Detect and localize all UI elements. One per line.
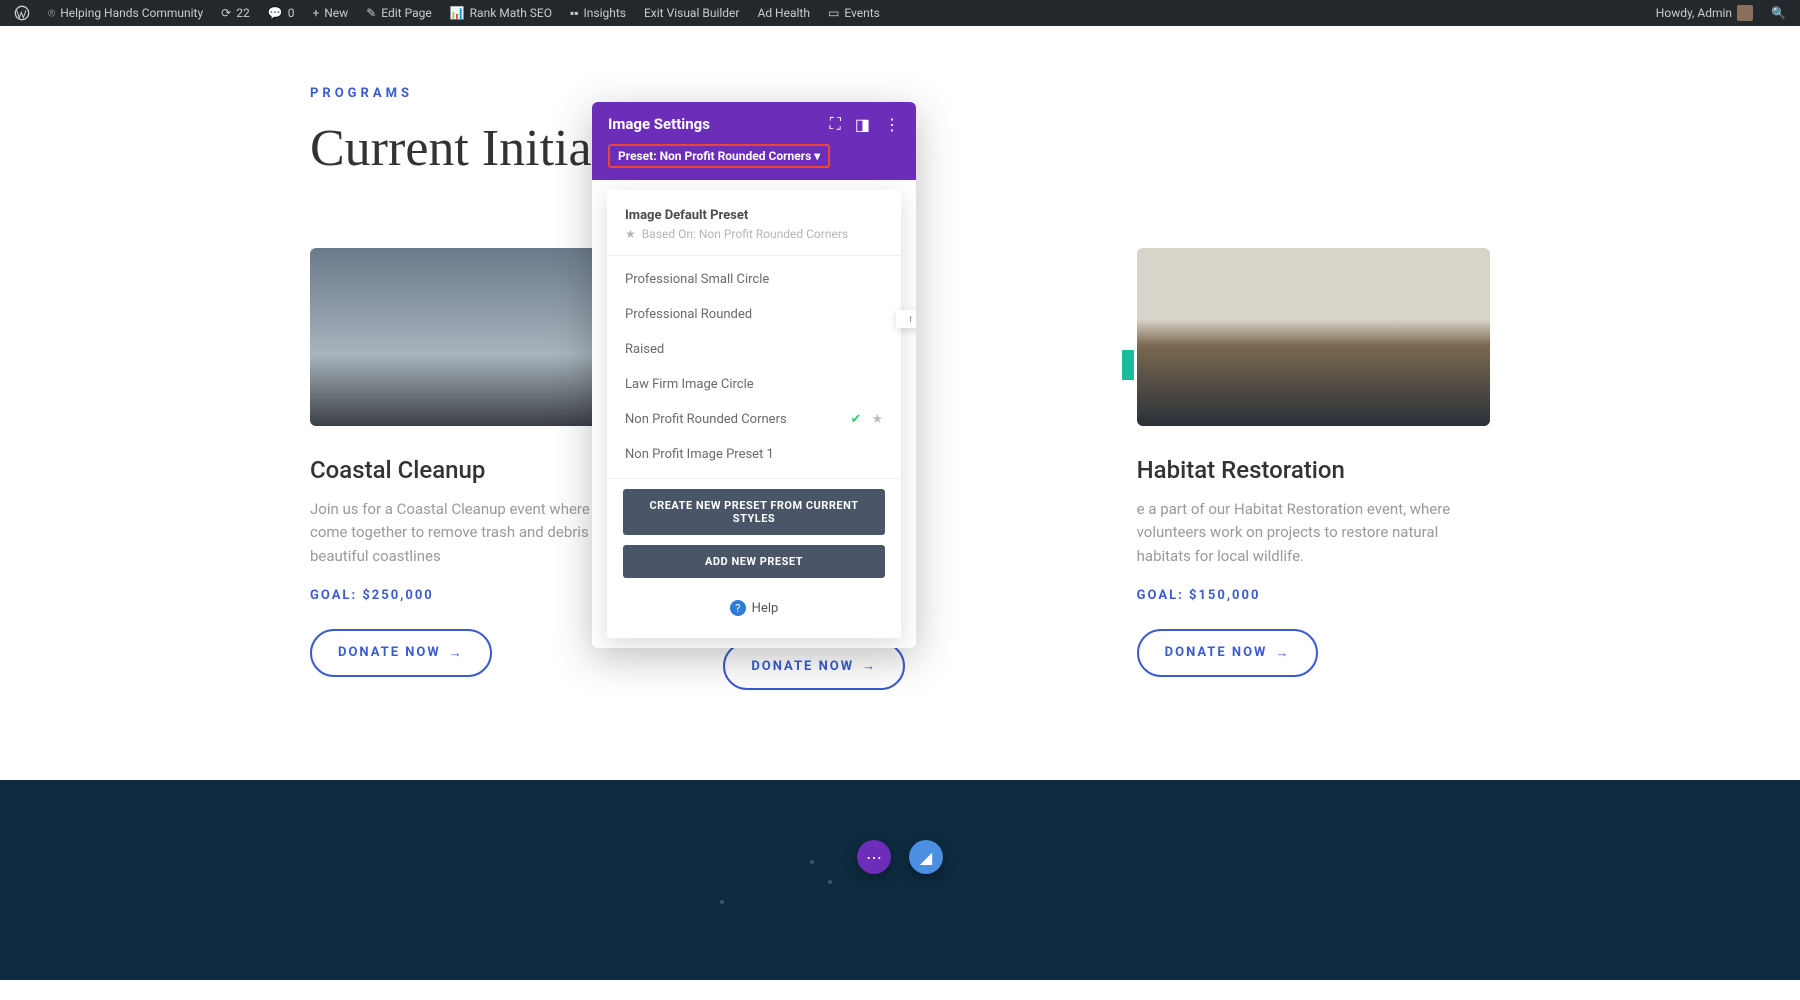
dd-item[interactable]: Non Profit Image Preset 1 — [607, 437, 901, 472]
arrow-icon: → — [862, 658, 877, 674]
dd-item[interactable]: Raised — [607, 332, 901, 367]
pencil-icon: ✎ — [366, 6, 376, 20]
dd-item-active[interactable]: Non Profit Rounded Corners ✔ ★ — [607, 402, 901, 437]
updates-count: 22 — [236, 6, 250, 20]
search-icon: 🔍 — [1771, 6, 1786, 20]
dots-icon: ⋯ — [866, 848, 882, 867]
adhealth-label: Ad Health — [757, 6, 809, 20]
help-icon: ? — [730, 600, 746, 616]
help-label: Help — [752, 601, 779, 616]
columns-icon[interactable]: ◨ — [855, 114, 870, 134]
donate-label: DONATE NOW — [751, 659, 854, 674]
divider — [607, 255, 901, 256]
image-settings-modal: Image Settings ⛶ ◨ ⋮ Preset: Non Profit … — [592, 102, 916, 648]
footer: ⋯ ◢ — [0, 780, 1800, 980]
star-outline-icon[interactable]: ★ — [871, 412, 883, 427]
rankmath-label: Rank Math SEO — [470, 6, 552, 20]
wp-logo[interactable] — [6, 5, 38, 21]
events-label: Events — [844, 6, 880, 20]
updates[interactable]: ⟳ 22 — [213, 6, 258, 20]
check-icon: ✔ — [850, 412, 861, 427]
search-toggle[interactable]: 🔍 — [1763, 6, 1794, 20]
hover-chip: r — [896, 310, 916, 328]
donate-label: DONATE NOW — [338, 645, 441, 660]
home-icon: ⌾ — [48, 6, 55, 21]
fab-stats[interactable]: ◢ — [909, 840, 943, 874]
help-link[interactable]: ? Help — [607, 588, 901, 628]
dd-item-label: Professional Rounded — [625, 307, 752, 322]
arrow-icon: → — [1275, 645, 1290, 661]
exit-vb-label: Exit Visual Builder — [644, 6, 740, 20]
fab-more[interactable]: ⋯ — [857, 840, 891, 874]
dd-item-label: Professional Small Circle — [625, 272, 769, 287]
comments[interactable]: 💬0 — [260, 6, 303, 20]
dd-item-label: Raised — [625, 342, 664, 357]
modal-title: Image Settings — [608, 115, 710, 133]
edit-page[interactable]: ✎ Edit Page — [358, 6, 440, 20]
dd-item[interactable]: Professional Small Circle — [607, 262, 901, 297]
card-title: Habitat Restoration — [1137, 456, 1490, 484]
teal-marker — [1122, 350, 1134, 380]
events[interactable]: ▭ Events — [820, 6, 888, 20]
dd-item-label: Law Firm Image Circle — [625, 377, 754, 392]
howdy-label: Howdy, Admin — [1656, 6, 1732, 20]
dd-item-label: Non Profit Image Preset 1 — [625, 447, 774, 462]
howdy-user[interactable]: Howdy, Admin — [1648, 5, 1761, 21]
plus-icon: + — [312, 6, 319, 20]
goal: GOAL: $150,000 — [1137, 588, 1490, 603]
calendar-icon: ▭ — [828, 6, 839, 20]
stats-icon: ◢ — [920, 848, 932, 867]
star-icon: ★ — [625, 227, 636, 241]
rank-math[interactable]: 📊 Rank Math SEO — [442, 6, 560, 20]
ad-health[interactable]: Ad Health — [749, 6, 817, 20]
kebab-side-icon[interactable]: ⋮ — [912, 352, 916, 368]
comments-count: 0 — [288, 6, 295, 20]
avatar — [1737, 5, 1753, 21]
insights-label: Insights — [584, 6, 626, 20]
arrow-icon: → — [449, 645, 464, 661]
donate-label: DONATE NOW — [1165, 645, 1268, 660]
chart-icon: 📊 — [450, 6, 465, 20]
card-image — [1137, 248, 1490, 426]
dd-default[interactable]: Image Default Preset ★ Based On: Non Prof… — [607, 200, 901, 249]
new-label: New — [324, 6, 348, 20]
bars-icon: ▪▪ — [570, 6, 579, 20]
dd-item[interactable]: Professional Rounded — [607, 297, 901, 332]
preset-dropdown: Image Default Preset ★ Based On: Non Prof… — [607, 190, 901, 638]
wordpress-icon — [14, 5, 30, 21]
comment-icon: 💬 — [268, 6, 283, 20]
create-preset-button[interactable]: CREATE NEW PRESET FROM CURRENT STYLES — [623, 489, 885, 535]
donate-button[interactable]: DONATE NOW → — [1137, 629, 1319, 677]
kebab-icon[interactable]: ⋮ — [884, 114, 900, 134]
dd-item[interactable]: Law Firm Image Circle — [607, 367, 901, 402]
donate-button[interactable]: DONATE NOW → — [310, 629, 492, 677]
updates-icon: ⟳ — [221, 6, 231, 20]
card-desc: e a part of our Habitat Restoration even… — [1137, 498, 1490, 568]
edit-label: Edit Page — [381, 6, 431, 20]
dd-based-on: Based On: Non Profit Rounded Corners — [642, 227, 848, 241]
card-habitat: Habitat Restoration e a part of our Habi… — [1137, 248, 1490, 690]
expand-icon[interactable]: ⛶ — [830, 114, 841, 134]
dd-item-label: Non Profit Rounded Corners — [625, 412, 787, 427]
site-name[interactable]: ⌾ Helping Hands Community — [40, 6, 211, 21]
divider — [607, 478, 901, 479]
eyebrow: PROGRAMS — [310, 86, 1490, 101]
preset-selector[interactable]: Preset: Non Profit Rounded Corners ▾ — [608, 144, 830, 168]
add-preset-button[interactable]: ADD NEW PRESET — [623, 545, 885, 578]
insights[interactable]: ▪▪ Insights — [562, 6, 634, 20]
wp-admin-bar: ⌾Helping Hands Community ⟳22 💬0 +New ✎Ed… — [0, 0, 1800, 26]
fab-row: ⋯ ◢ — [857, 840, 943, 874]
site-name-label: Helping Hands Community — [60, 6, 203, 20]
modal-header: Image Settings ⛶ ◨ ⋮ Preset: Non Profit … — [592, 102, 916, 180]
new-content[interactable]: + New — [304, 6, 356, 20]
dd-default-label: Image Default Preset — [625, 208, 883, 223]
donate-button[interactable]: DONATE NOW → — [723, 642, 905, 690]
exit-visual-builder[interactable]: Exit Visual Builder — [636, 6, 748, 20]
